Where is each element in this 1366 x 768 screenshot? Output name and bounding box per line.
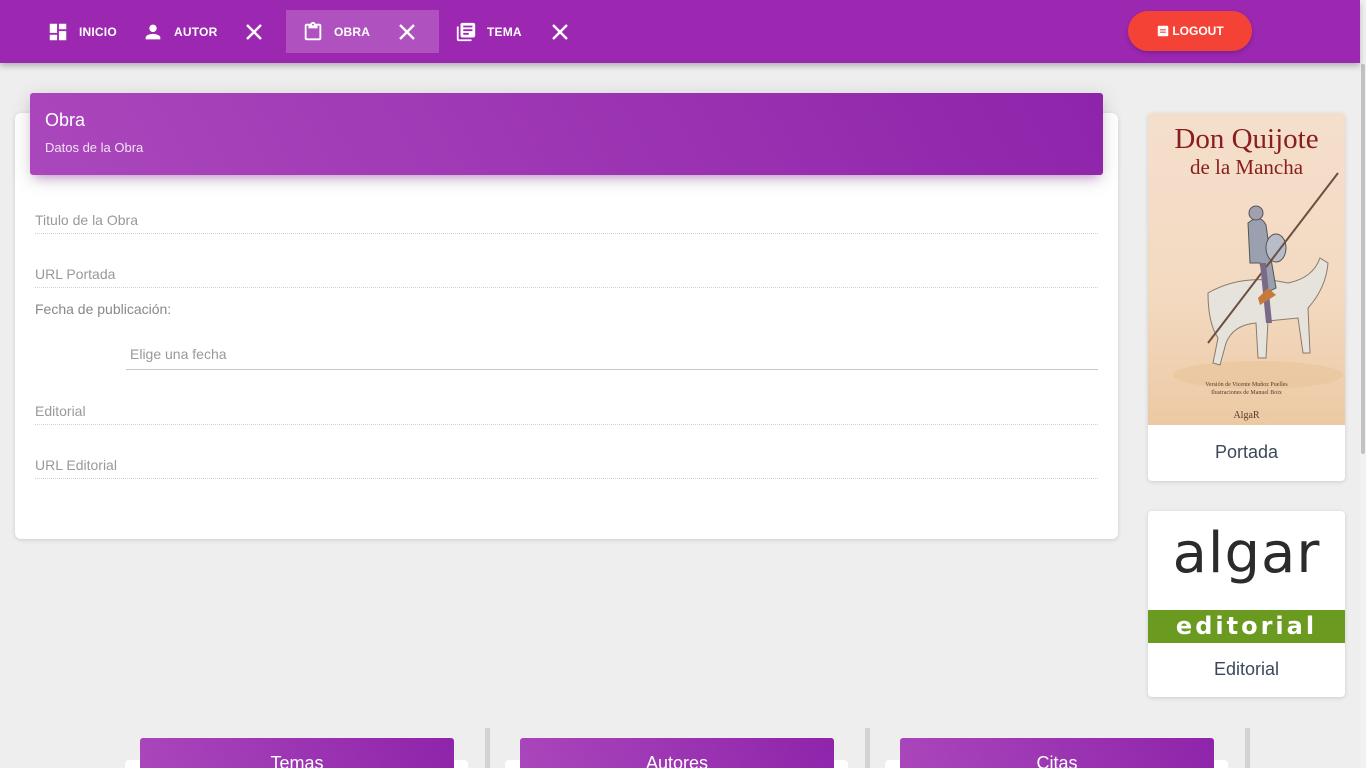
editorial-card: algar editorial Editorial xyxy=(1148,511,1345,697)
close-icon xyxy=(399,24,415,40)
logout-icon xyxy=(1158,25,1169,37)
url-editorial-placeholder: URL Editorial xyxy=(35,457,117,473)
editorial-placeholder: Editorial xyxy=(35,403,86,419)
close-tab-autor-button[interactable] xyxy=(241,19,267,45)
titulo-obra-placeholder: Titulo de la Obra xyxy=(35,212,138,228)
scrollbar-thumb[interactable] xyxy=(1361,64,1365,454)
close-tab-obra-button[interactable] xyxy=(394,19,420,45)
editorial-caption: Editorial xyxy=(1213,659,1280,679)
editorial-field[interactable]: Editorial xyxy=(35,395,1098,425)
tab-inicio-label: INICIO xyxy=(79,24,117,39)
cover-credit-line-1: Versión de Vicente Muñoz Puelles xyxy=(1205,382,1288,388)
titulo-obra-field[interactable]: Titulo de la Obra xyxy=(35,204,1098,234)
close-tab-tema-button[interactable] xyxy=(547,19,573,45)
fecha-placeholder: Elige una fecha xyxy=(130,346,227,362)
autores-card-header[interactable]: Autores xyxy=(520,738,834,768)
logout-label: LOGOUT xyxy=(1172,24,1224,38)
page-scrollbar[interactable] xyxy=(1360,0,1366,768)
cover-publisher: AlgaR xyxy=(1233,410,1260,421)
citas-card-header[interactable]: Citas xyxy=(900,738,1214,768)
tab-tema[interactable]: TEMA xyxy=(455,10,522,53)
close-icon xyxy=(246,24,262,40)
tab-obra-label: OBRA xyxy=(334,24,371,39)
fecha-publicacion-label: Fecha de publicación: xyxy=(35,301,172,317)
cover-credits: Versión de Vicente Muñoz Puelles Ilustra… xyxy=(1148,381,1345,397)
library-books-icon xyxy=(456,22,476,41)
tab-inicio[interactable]: INICIO xyxy=(47,10,117,53)
tab-autor-label: AUTOR xyxy=(174,24,218,39)
top-navbar: INICIO AUTOR OBRA TEMA LOGOUT xyxy=(0,0,1360,63)
obra-card-header: Obra Datos de la Obra xyxy=(30,93,1103,175)
fecha-publicacion-picker[interactable]: Elige una fecha xyxy=(126,337,1098,370)
column-separator xyxy=(865,728,870,768)
cover-credit-line-2: Ilustraciones de Manuel Boix xyxy=(1211,390,1282,396)
close-icon xyxy=(552,24,568,40)
portada-caption: Portada xyxy=(1214,442,1279,462)
knight-illustration xyxy=(1173,172,1343,389)
card-subtitle: Datos de la Obra xyxy=(45,140,144,155)
algar-logo-band: editorial xyxy=(1148,610,1345,643)
clipboard-icon xyxy=(304,21,322,40)
url-editorial-field[interactable]: URL Editorial xyxy=(35,449,1098,479)
portada-card: Don Quijote de la Mancha Versión de Vice… xyxy=(1148,113,1345,481)
algar-logo-word: algar xyxy=(1172,521,1321,586)
dashboard-icon xyxy=(49,23,67,40)
temas-card-header[interactable]: Temas xyxy=(140,738,454,768)
column-separator xyxy=(485,728,490,768)
url-portada-field[interactable]: URL Portada xyxy=(35,258,1098,288)
book-cover-image: Don Quijote de la Mancha Versión de Vice… xyxy=(1148,113,1345,425)
tab-autor[interactable]: AUTOR xyxy=(142,10,217,53)
url-portada-placeholder: URL Portada xyxy=(35,266,116,282)
card-title: Obra xyxy=(45,110,86,130)
tab-tema-label: TEMA xyxy=(487,24,522,39)
logout-button[interactable]: LOGOUT xyxy=(1128,11,1252,51)
person-icon xyxy=(145,24,161,39)
column-separator xyxy=(1245,728,1250,768)
